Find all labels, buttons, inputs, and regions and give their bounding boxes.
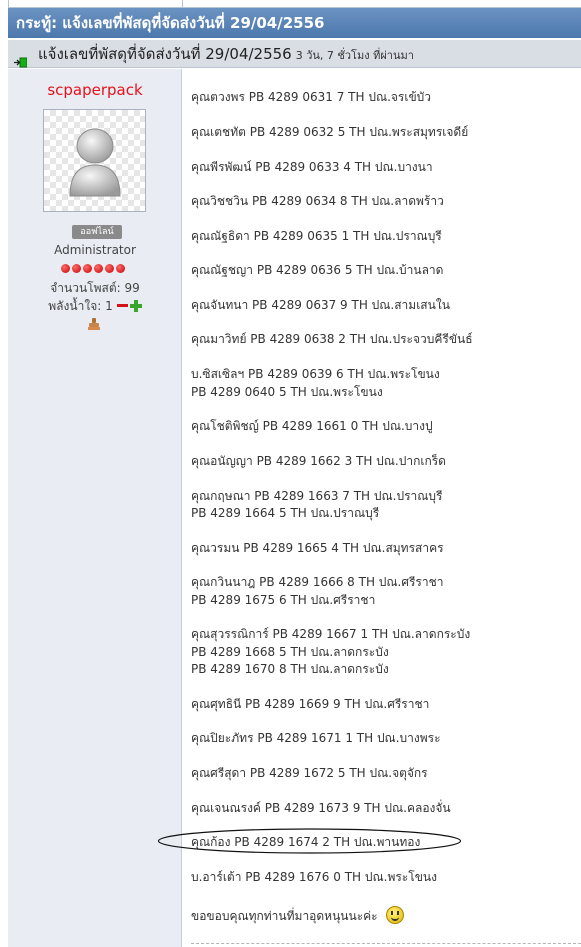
default-avatar-icon	[69, 128, 121, 197]
avatar[interactable]	[43, 109, 146, 212]
list-item: คุณณัฐชญา PB 4289 0636 5 TH ปณ.บ้านลาด	[191, 263, 444, 277]
divider	[191, 943, 581, 944]
post-header: แจ้งเลขที่พัสดุที่จัดส่งวันที่ 29/04/255…	[8, 40, 581, 68]
post-body: คุณตวงพร PB 4289 0631 7 TH ปณ.จรเข้บัว ค…	[183, 69, 581, 947]
green-arrow-icon	[14, 49, 28, 68]
list-item: คุณพีรพัฒน์ PB 4289 0633 4 TH ปณ.บางนา	[191, 160, 433, 174]
thread-title: กระทู้: แจ้งเลขที่พัสดุที่จัดส่งวันที่ 2…	[16, 14, 325, 32]
author-panel: scpaperpack ออฟไลน์ Administrator จำนวนโ…	[8, 69, 182, 947]
highlight-ellipse	[157, 828, 462, 854]
stamp-icon[interactable]	[87, 317, 101, 331]
karma-plus-icon[interactable]	[129, 299, 142, 312]
list-item: คุณมาวิทย์ PB 4289 0638 2 TH ปณ.ประจวบคี…	[191, 332, 473, 346]
list-item: คุณสุวรรณิการ์ PB 4289 1667 1 TH ปณ.ลาดก…	[191, 627, 471, 641]
list-item: PB 4289 1664 5 TH ปณ.ปราณบุรี	[191, 506, 380, 520]
top-table-strip	[0, 0, 581, 8]
list-item: คุณปิยะภัทร PB 4289 1671 1 TH ปณ.บางพระ	[191, 731, 441, 745]
list-item: คุณจันทนา PB 4289 0637 9 TH ปณ.สามเสนใน	[191, 298, 450, 312]
status-badge: ออฟไลน์	[72, 225, 122, 239]
list-item: บ.อาร์เต้า PB 4289 1676 0 TH ปณ.พระโขนง	[191, 870, 437, 884]
post-count: จำนวนโพสต์: 99	[50, 281, 140, 295]
list-item: คุณอนัญญา PB 4289 1662 3 TH ปณ.ปากเกร็ด	[191, 454, 446, 468]
list-item: คุณวรมน PB 4289 1665 4 TH ปณ.สมุทรสาคร	[191, 541, 444, 555]
list-item: PB 4289 1670 8 TH ปณ.ลาดกระบัง	[191, 662, 389, 676]
author-username[interactable]: scpaperpack	[8, 81, 182, 99]
smiley-icon	[385, 905, 404, 924]
list-item: คุณณัฐธิดา PB 4289 0635 1 TH ปณ.ปราณบุรี	[191, 229, 442, 243]
karma-row: พลังน้ำใจ: 1	[8, 297, 182, 316]
list-item: คุณโชติพิชญ์ PB 4289 1661 0 TH ปณ.บางปู	[191, 419, 433, 433]
post-time: 3 วัน, 7 ชั่วโมง ที่ผ่านมา	[295, 49, 414, 62]
post-title-row: แจ้งเลขที่พัสดุที่จัดส่งวันที่ 29/04/255…	[38, 40, 414, 70]
list-item: PB 4289 1675 6 TH ปณ.ศรีราชา	[191, 593, 376, 607]
author-role: Administrator	[54, 243, 136, 257]
karma-minus-icon[interactable]	[116, 304, 128, 307]
karma-label: พลังน้ำใจ: 1	[48, 299, 113, 313]
list-item: คุณเตชทัต PB 4289 0632 5 TH ปณ.พระสมุทรเ…	[191, 125, 469, 139]
list-item: คุณศรีสุดา PB 4289 1672 5 TH ปณ.จตุจักร	[191, 766, 428, 780]
rank-stars	[61, 262, 131, 273]
list-item: คุณกวินนาฎ PB 4289 1666 8 TH ปณ.ศรีราชา	[191, 575, 444, 589]
list-item: คุณศุทธินี PB 4289 1669 9 TH ปณ.ศรีราชา	[191, 697, 430, 711]
thread-title-bar: กระทู้: แจ้งเลขที่พัสดุที่จัดส่งวันที่ 2…	[8, 8, 581, 38]
list-item: PB 4289 0640 5 TH ปณ.พระโขนง	[191, 385, 383, 399]
thanks-text: ขอขอบคุณทุกท่านที่มาอุดหนุนนะค่ะ	[191, 909, 378, 923]
list-item: บ.ซิสเซิลฯ PB 4289 0639 6 TH ปณ.พระโขนง	[191, 367, 440, 381]
post-title[interactable]: แจ้งเลขที่พัสดุที่จัดส่งวันที่ 29/04/255…	[38, 45, 292, 63]
list-item: คุณเจนณรงค์ PB 4289 1673 9 TH ปณ.คลองจั่…	[191, 801, 451, 815]
list-item: คุณตวงพร PB 4289 0631 7 TH ปณ.จรเข้บัว	[191, 90, 432, 104]
list-item: คุณวิชชวิน PB 4289 0634 8 TH ปณ.ลาดพร้าว	[191, 194, 444, 208]
thanks-row: ขอขอบคุณทุกท่านที่มาอุดหนุนนะค่ะ	[191, 905, 404, 926]
